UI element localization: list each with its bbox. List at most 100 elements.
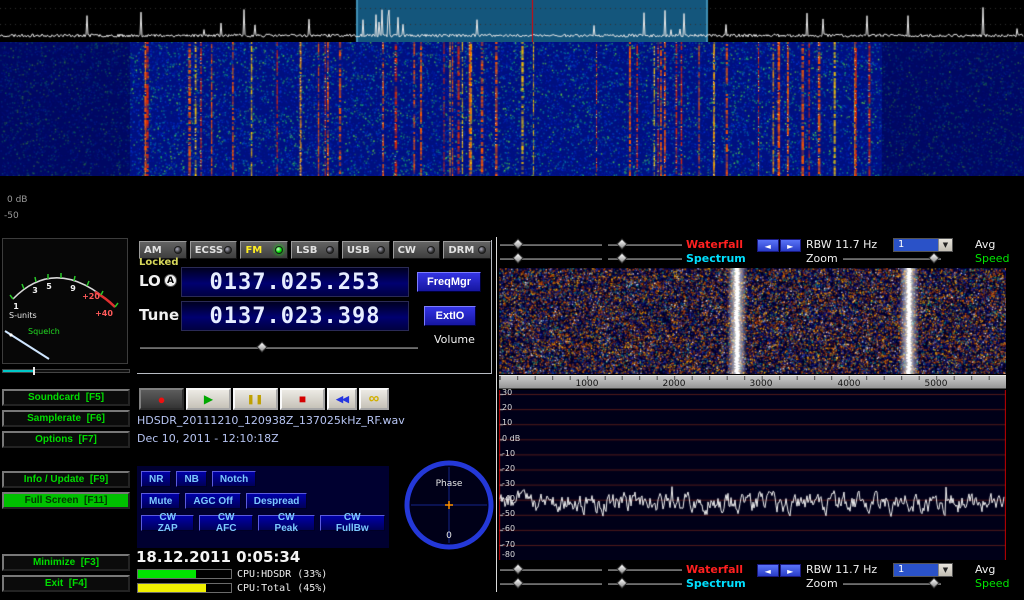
mode-button-row: AM ECSS FM LSB USB CW DRM [139,241,491,259]
avg-select[interactable]: 1 ▼ [893,238,953,252]
record-button[interactable]: ● [139,388,184,410]
wf-brightness-slider[interactable] [500,564,602,576]
nr-button[interactable]: NR [141,471,171,487]
zoom-slider[interactable] [843,578,941,590]
pan-left-button[interactable]: ◄ [757,239,779,252]
mode-usb-button[interactable]: USB [342,241,390,259]
mode-led-icon [326,246,334,254]
phase-scope[interactable]: Phase 0 [404,460,494,550]
spectrum-tab[interactable]: Spectrum [686,577,746,590]
af-frequency-scale[interactable]: 1000 2000 3000 4000 5000 [499,375,1006,389]
wf-contrast-slider[interactable] [608,564,682,576]
af-waterfall-display[interactable] [499,268,1006,374]
samplerate-button[interactable]: Samplerate [F6] [2,410,130,427]
lo-lock-badge-icon[interactable]: A [164,274,177,287]
playback-controls: ● ▶ ❚❚ ■ ◀◀ ∞ [139,388,389,410]
slider-thumb[interactable] [616,577,627,588]
notch-button[interactable]: Notch [212,471,256,487]
play-icon: ▶ [204,393,213,405]
pan-right-button[interactable]: ► [780,564,802,577]
wf-contrast-slider[interactable] [608,239,682,251]
agc-off-button[interactable]: AGC Off [185,493,240,509]
rbw-label: RBW 11.7 Hz [806,238,877,251]
extio-button[interactable]: ExtIO [424,306,476,326]
pan-right-button[interactable]: ► [780,239,802,252]
avg-label: Avg [975,238,995,251]
info-update-button[interactable]: Info / Update [F9] [2,471,130,488]
freqmgr-button[interactable]: FreqMgr [417,272,481,292]
mode-ecss-button[interactable]: ECSS [190,241,238,259]
mode-lsb-button[interactable]: LSB [291,241,339,259]
pan-arrows: ◄ ► [757,564,801,577]
mute-button[interactable]: Mute [141,493,180,509]
dsp-row: CW ZAP CW AFC CW Peak CW FullBw [141,515,385,531]
slider-thumb[interactable] [928,577,939,588]
cw-zap-button[interactable]: CW ZAP [141,515,194,531]
volume-slider[interactable] [140,342,418,354]
cpu-total-bar [137,583,232,593]
meter-tick-label: 5 [46,282,52,291]
slider-thumb[interactable] [512,252,523,263]
mode-led-icon [478,246,486,254]
squelch-label: Squelch [28,327,60,336]
zoom-slider[interactable] [843,253,941,265]
squelch-thumb[interactable] [33,367,35,375]
mode-led-icon [427,246,435,254]
cw-peak-button[interactable]: CW Peak [258,515,315,531]
rewind-button[interactable]: ◀◀ [327,388,357,410]
af-spectrum-display[interactable] [499,390,1006,560]
cw-fullbw-button[interactable]: CW FullBw [320,515,385,531]
despread-button[interactable]: Despread [246,493,308,509]
rf-display-controls-bottom: Waterfall ◄ ► RBW 11.7 Hz 1 ▼ Avg Spectr… [498,562,1024,591]
stop-button[interactable]: ■ [280,388,325,410]
squelch-slider[interactable] [2,366,130,376]
volume-groove [140,347,418,349]
cw-afc-button[interactable]: CW AFC [199,515,253,531]
mode-fm-button[interactable]: FM [240,241,288,259]
mode-led-icon [174,246,182,254]
avg-label: Avg [975,563,995,576]
zoom-label: Zoom [806,252,838,265]
volume-thumb[interactable] [256,341,267,352]
nb-button[interactable]: NB [176,471,206,487]
slider-thumb[interactable] [616,238,627,249]
spectrum-tab[interactable]: Spectrum [686,252,746,265]
spectrum-gain-slider[interactable] [500,253,602,265]
date-time-display: 18.12.2011 0:05:34 [136,548,300,566]
mode-cw-button[interactable]: CW [393,241,441,259]
chevron-down-icon[interactable]: ▼ [938,564,952,576]
lo-frequency-display[interactable]: 0137.025.253 [181,267,409,297]
mode-drm-button[interactable]: DRM [443,241,491,259]
exit-button[interactable]: Exit [F4] [2,575,130,592]
slider-thumb[interactable] [512,563,523,574]
tune-frequency-display[interactable]: 0137.023.398 [181,301,409,331]
main-spectrum-display[interactable] [0,0,1024,42]
slider-thumb[interactable] [512,238,523,249]
pause-button[interactable]: ❚❚ [233,388,278,410]
loop-button[interactable]: ∞ [359,388,389,410]
spectrum-gain-slider[interactable] [500,578,602,590]
waterfall-tab[interactable]: Waterfall [686,563,743,576]
wf-brightness-slider[interactable] [500,239,602,251]
chevron-down-icon[interactable]: ▼ [938,239,952,251]
group-border-horizontal [137,373,492,374]
pan-left-button[interactable]: ◄ [757,564,779,577]
phase-label: Phase [436,479,463,489]
s-meter: 1 3 5 9 +20 +40 S-units Squelch [2,238,128,364]
lo-label: LO [139,272,161,290]
slider-thumb[interactable] [928,252,939,263]
spectrum-range-slider[interactable] [608,253,682,265]
cpu-hdsdr-label: CPU:HDSDR (33%) [237,569,327,580]
slider-thumb[interactable] [616,563,627,574]
speed-label: Speed [975,577,1009,590]
slider-thumb[interactable] [512,577,523,588]
slider-thumb[interactable] [616,252,627,263]
waterfall-tab[interactable]: Waterfall [686,238,743,251]
options-button[interactable]: Options [F7] [2,431,130,448]
avg-select[interactable]: 1 ▼ [893,563,953,577]
play-button[interactable]: ▶ [186,388,231,410]
soundcard-button[interactable]: Soundcard [F5] [2,389,130,406]
spectrum-range-slider[interactable] [608,578,682,590]
minimize-button[interactable]: Minimize [F3] [2,554,130,571]
fullscreen-button[interactable]: Full Screen [F11] [2,492,130,509]
